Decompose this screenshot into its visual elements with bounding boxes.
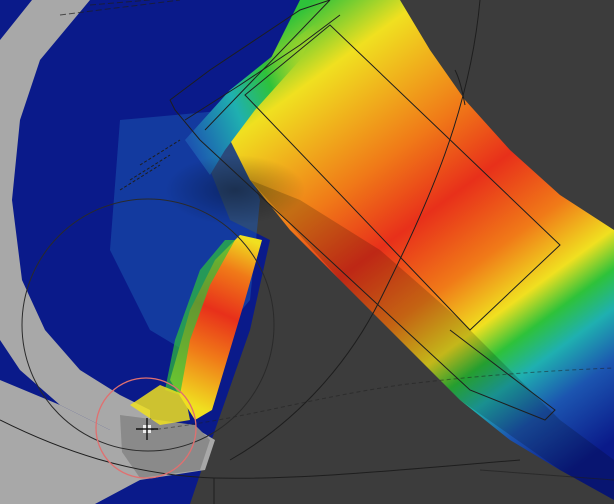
joint-shadow — [165, 155, 305, 225]
3d-viewport[interactable] — [0, 0, 614, 504]
viewport-canvas[interactable] — [0, 0, 614, 504]
